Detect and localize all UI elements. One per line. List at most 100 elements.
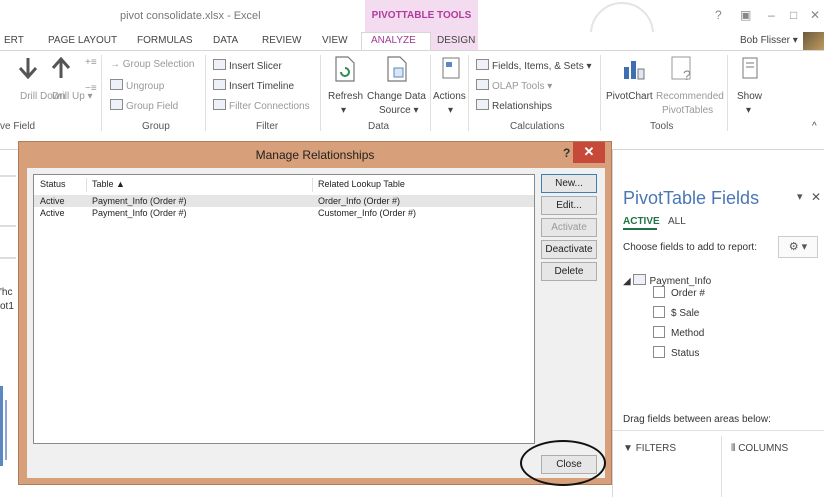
column-header-related[interactable]: Related Lookup Table (318, 179, 405, 189)
ribbon-display-icon[interactable]: ▣ (740, 8, 751, 22)
slicer-icon (213, 59, 226, 70)
avatar (803, 32, 824, 50)
help-icon[interactable]: ? (563, 146, 570, 160)
refresh-dropdown-arrow[interactable]: ▾ (341, 105, 346, 116)
field-sale[interactable]: $ Sale (653, 306, 699, 319)
activate-button[interactable]: Activate (541, 218, 597, 237)
tab-formulas[interactable]: FORMULAS (137, 35, 193, 46)
drill-down-icon (18, 58, 38, 79)
edit-button[interactable]: Edit... (541, 196, 597, 215)
delete-button[interactable]: Delete (541, 262, 597, 281)
arrow-right-icon: → (110, 59, 123, 70)
tab-review[interactable]: REVIEW (262, 35, 301, 46)
insert-slicer-button[interactable]: Insert Slicer (213, 59, 282, 72)
dialog-close-icon[interactable]: ✕ (573, 142, 605, 163)
svg-text:?: ? (683, 67, 691, 83)
drill-up-icon (51, 57, 71, 78)
collapse-triangle-icon: ◢ (623, 276, 634, 287)
tab-design[interactable]: DESIGN (437, 35, 475, 46)
minimize-icon[interactable]: – (768, 8, 775, 22)
table-row[interactable]: Active Payment_Info (Order #) Customer_I… (34, 207, 534, 219)
collapse-ribbon-icon[interactable]: ^ (812, 121, 817, 132)
relationships-table[interactable]: Status Table ▲ Related Lookup Table Acti… (33, 174, 535, 444)
fields-items-sets-button[interactable]: Fields, Items, & Sets ▾ (476, 59, 592, 72)
show-button[interactable]: Show (737, 91, 762, 102)
tab-page-layout[interactable]: PAGE LAYOUT (48, 35, 117, 46)
area-separator (721, 436, 722, 497)
field-status[interactable]: Status (653, 346, 699, 359)
tab-view[interactable]: VIEW (322, 35, 348, 46)
close-window-icon[interactable]: ✕ (810, 8, 820, 22)
cell-related: Order_Info (Order #) (318, 196, 401, 206)
ungroup-button[interactable]: Ungroup (110, 79, 164, 92)
group-separator (320, 55, 321, 131)
maximize-icon[interactable]: □ (790, 8, 797, 22)
group-separator (727, 55, 728, 131)
ribbon: Drill Down Drill Up ▾ +≡ −≡ ve Field → G… (0, 50, 824, 136)
deactivate-button[interactable]: Deactivate (541, 240, 597, 259)
change-data-source-dropdown[interactable]: Source ▾ (379, 105, 418, 116)
checkbox[interactable] (653, 326, 665, 338)
olap-tools-button[interactable]: OLAP Tools ▾ (476, 79, 552, 92)
actions-button[interactable]: Actions (433, 91, 466, 102)
fields-items-icon (476, 59, 489, 70)
actions-dropdown-arrow[interactable]: ▾ (448, 105, 453, 116)
collapse-field-icon[interactable]: −≡ (85, 83, 97, 94)
dialog-body: Status Table ▲ Related Lookup Table Acti… (27, 168, 605, 478)
tools-group-label: Tools (650, 121, 674, 132)
manage-relationships-dialog: Manage Relationships ? ✕ Status Table ▲ … (18, 141, 612, 485)
pivottable-tools-context: PIVOTTABLE TOOLS (365, 0, 478, 32)
recommended-pivottables-button[interactable]: Recommended (656, 91, 724, 102)
title-bar: pivot consolidate.xlsx - Excel PIVOTTABL… (0, 0, 824, 66)
filter-connections-button[interactable]: Filter Connections (213, 99, 310, 112)
user-name[interactable]: Bob Flisser ▾ (740, 35, 798, 46)
relationships-button[interactable]: Relationships (476, 99, 552, 112)
calculations-group-label: Calculations (510, 121, 565, 132)
change-data-source-button[interactable]: Change Data (367, 91, 426, 102)
field-order[interactable]: Order # (653, 286, 705, 299)
group-separator (205, 55, 206, 131)
checkbox[interactable] (653, 306, 665, 318)
column-divider (86, 178, 87, 192)
filters-area[interactable]: ▼ FILTERS (623, 443, 676, 454)
new-button[interactable]: New... (541, 174, 597, 193)
pivotchart-button[interactable]: PivotChart (606, 91, 653, 102)
checkbox[interactable] (653, 286, 665, 298)
table-row[interactable]: Active Payment_Info (Order #) Order_Info… (34, 195, 534, 207)
pane-options-icon[interactable]: ▾ (797, 190, 803, 203)
group-separator (600, 55, 601, 131)
cell-status: Active (40, 196, 65, 206)
show-icon (742, 57, 758, 79)
tab-analyze[interactable]: ANALYZE (371, 35, 416, 46)
columns-area[interactable]: ⦀ COLUMNS (731, 443, 788, 454)
group-separator (430, 55, 431, 131)
tab-data[interactable]: DATA (213, 35, 238, 46)
choose-fields-label: Choose fields to add to report: (623, 242, 757, 253)
refresh-button[interactable]: Refresh (328, 91, 363, 102)
pane-close-icon[interactable]: ✕ (811, 190, 821, 204)
field-method[interactable]: Method (653, 326, 704, 339)
column-header-table[interactable]: Table ▲ (92, 179, 125, 189)
group-selection-button[interactable]: → Group Selection (110, 59, 195, 70)
group-separator (101, 55, 102, 131)
recommended-pivottables-icon: ? (671, 56, 691, 83)
gear-icon[interactable]: ⚙ ▾ (778, 236, 818, 258)
drag-fields-label: Drag fields between areas below: (623, 414, 771, 425)
help-icon[interactable]: ? (715, 8, 722, 22)
expand-field-icon[interactable]: +≡ (85, 57, 97, 68)
olap-tools-icon (476, 79, 489, 90)
data-group-label: Data (368, 121, 390, 132)
insert-timeline-button[interactable]: Insert Timeline (213, 79, 294, 92)
checkbox[interactable] (653, 346, 665, 358)
pivotchart-icon (624, 61, 645, 80)
cell-related: Customer_Info (Order #) (318, 208, 417, 218)
relationships-icon (476, 99, 489, 110)
tab-insert[interactable]: ERT (4, 35, 24, 46)
tab-active[interactable]: ACTIVE (623, 216, 660, 227)
group-field-button[interactable]: Group Field (110, 99, 178, 112)
annotation-circle (520, 440, 606, 486)
column-header-status[interactable]: Status (40, 179, 66, 189)
show-dropdown-arrow[interactable]: ▾ (746, 105, 751, 116)
group-group-label: Group (142, 121, 170, 132)
tab-all[interactable]: ALL (668, 216, 686, 227)
